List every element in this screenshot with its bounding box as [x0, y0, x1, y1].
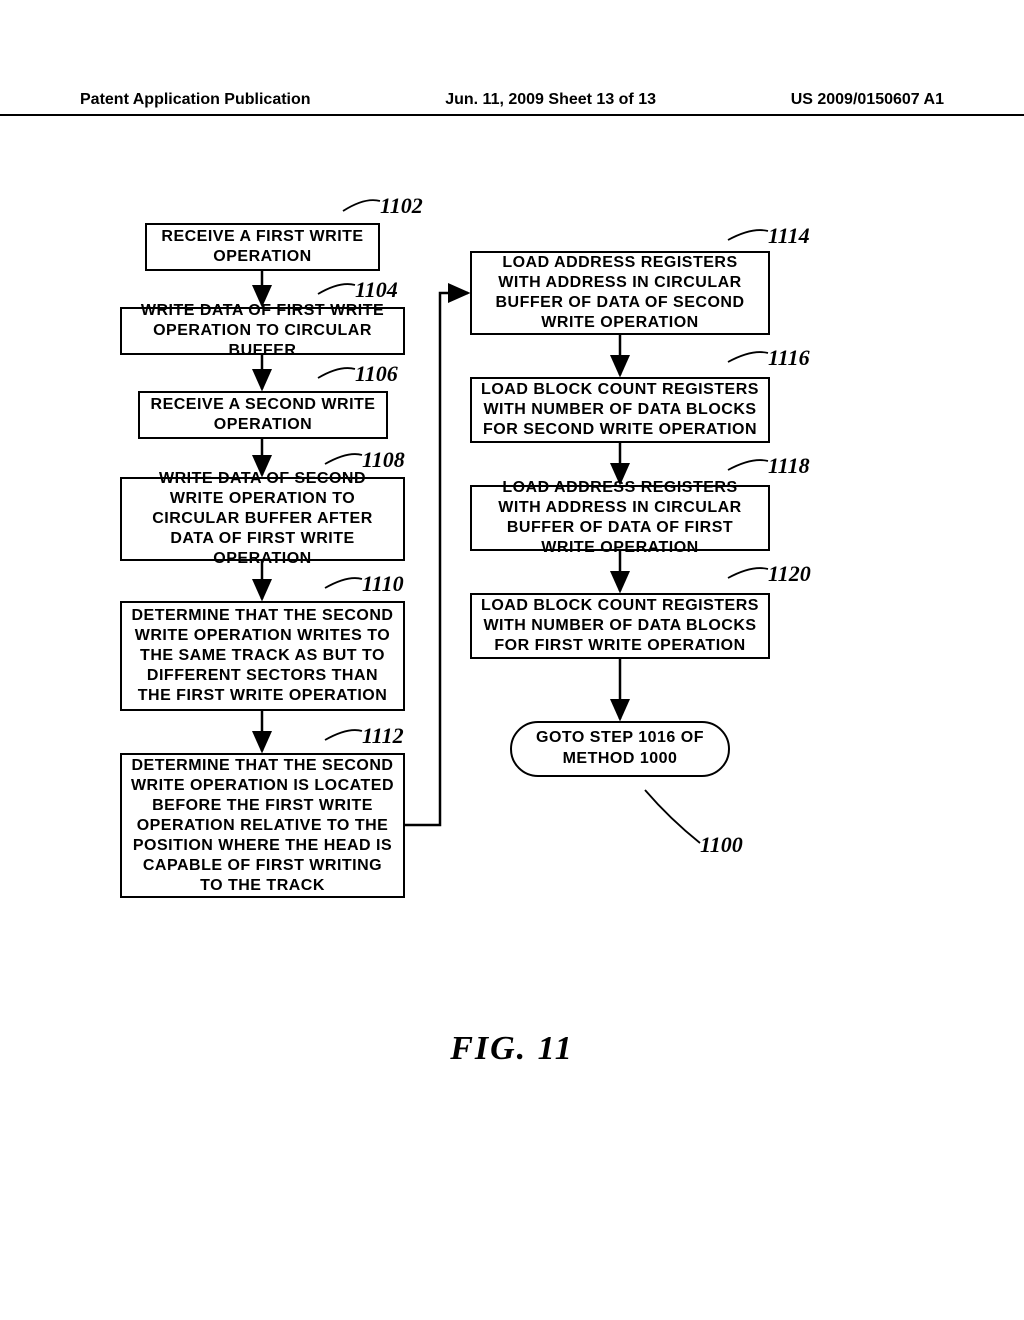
header-left: Patent Application Publication: [80, 86, 311, 114]
header-mid: Jun. 11, 2009 Sheet 13 of 13: [311, 86, 791, 114]
page-header: Patent Application Publication Jun. 11, …: [0, 86, 1024, 116]
header-right: US 2009/0150607 A1: [791, 86, 944, 114]
flow-arrows: [110, 195, 900, 975]
flowchart: RECEIVE A FIRST WRITE OPERATION 1102 WRI…: [110, 195, 900, 975]
figure-label: FIG. 11: [0, 1030, 1024, 1068]
